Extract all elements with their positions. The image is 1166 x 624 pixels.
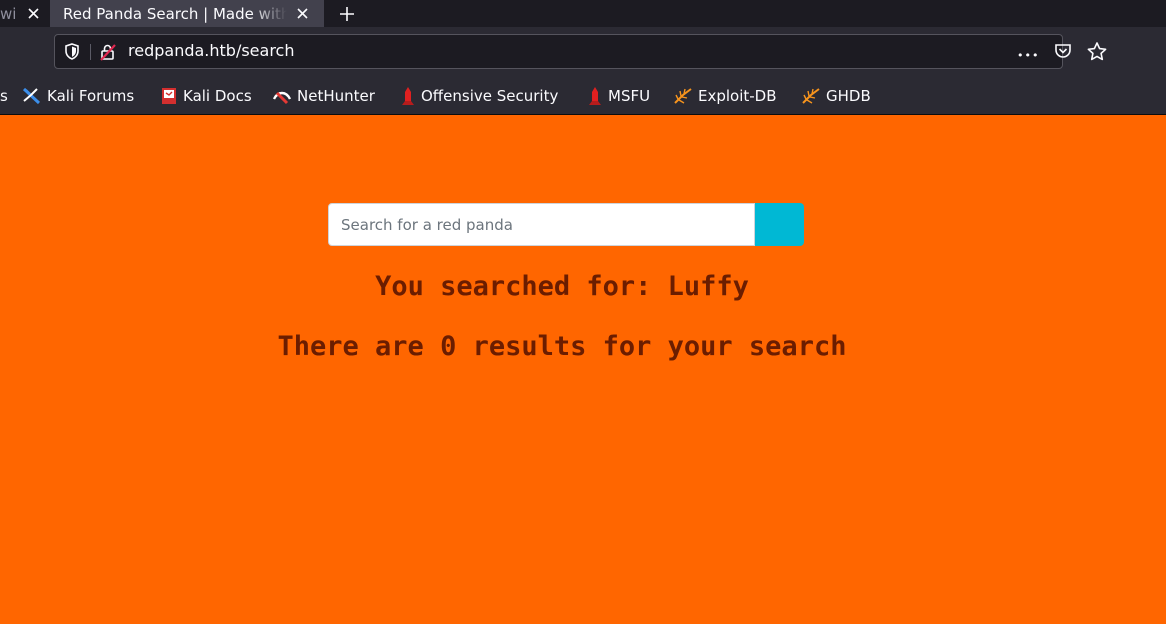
tab-active-title: Red Panda Search | Made with (63, 4, 287, 23)
searched-for-heading: You searched for: Luffy (375, 271, 749, 302)
url-separator (90, 44, 91, 60)
url-text: redpanda.htb/search (128, 41, 295, 60)
pocket-icon[interactable] (1054, 42, 1072, 64)
page-actions-menu-icon[interactable]: ••• (1017, 44, 1039, 63)
tab-active-close-icon[interactable] (293, 5, 311, 23)
bookmark-item-partial[interactable]: s (0, 86, 8, 106)
bookmark-item-nethunter[interactable]: NetHunter (272, 86, 375, 106)
bookmark-label: Offensive Security (421, 87, 559, 105)
bookmarks-toolbar: s Kali Forums Kali Docs NetHunter Offens… (0, 77, 1166, 115)
kali-forums-icon (22, 87, 41, 105)
bookmark-label: s (0, 87, 8, 105)
page-actions-dots: ••• (1017, 49, 1040, 62)
bookmark-label: NetHunter (297, 87, 375, 105)
navigation-toolbar: redpanda.htb/search ••• (0, 27, 1166, 77)
search-input[interactable] (328, 203, 755, 246)
result-count-heading: There are 0 results for your search (277, 331, 847, 362)
bookmark-label: Exploit-DB (698, 87, 777, 105)
exploitdb-icon (674, 88, 692, 104)
tracking-shield-icon[interactable] (65, 43, 79, 64)
bookmark-label: GHDB (826, 87, 871, 105)
tab-previous-close-icon[interactable] (24, 5, 42, 23)
url-bar[interactable]: redpanda.htb/search ••• (54, 34, 1107, 69)
tab-previous-title: wi (0, 4, 17, 23)
tab-strip: wi Red Panda Search | Made with (0, 0, 1166, 27)
tab-previous[interactable]: wi (0, 0, 48, 27)
bookmark-item-ghdb[interactable]: GHDB (801, 86, 871, 106)
bookmark-item-offensive-security[interactable]: Offensive Security (400, 86, 558, 106)
bookmark-item-kali-forums[interactable]: Kali Forums (22, 86, 134, 106)
bookmark-star-icon[interactable] (1087, 42, 1107, 65)
new-tab-plus-icon[interactable] (336, 0, 358, 27)
kali-docs-icon (162, 88, 176, 104)
tab-active[interactable]: Red Panda Search | Made with (50, 0, 324, 27)
bookmark-item-kali-docs[interactable]: Kali Docs (160, 86, 252, 106)
nethunter-icon (272, 91, 292, 105)
bookmark-label: Kali Forums (47, 87, 135, 105)
offsec-icon (402, 87, 414, 105)
bookmark-label: MSFU (608, 87, 651, 105)
bookmark-item-exploit-db[interactable]: Exploit-DB (673, 86, 777, 106)
search-button[interactable] (755, 203, 804, 246)
insecure-connection-icon[interactable] (99, 43, 117, 65)
exploitdb-icon (802, 88, 820, 104)
offsec-icon (589, 87, 601, 105)
bookmark-label: Kali Docs (183, 87, 252, 105)
bookmark-item-msfu[interactable]: MSFU (587, 86, 650, 106)
